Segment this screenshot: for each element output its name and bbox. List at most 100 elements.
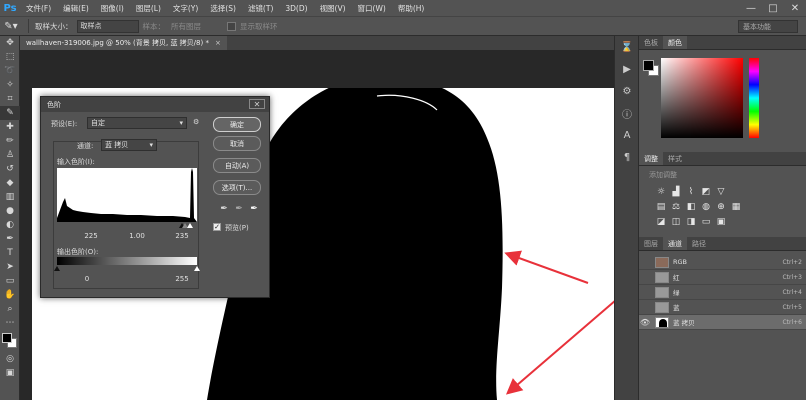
minimize-button[interactable]: — (740, 0, 762, 16)
menu-edit[interactable]: 编辑(E) (57, 3, 95, 14)
sample-layers-select[interactable]: 所有图层 (171, 21, 201, 32)
options-button[interactable]: 选项(T)... (213, 180, 261, 195)
close-icon[interactable]: ✕ (249, 99, 265, 109)
path-select-tool-icon[interactable]: ➤ (0, 260, 20, 274)
selective-color-icon[interactable]: ▣ (715, 216, 727, 227)
visibility-eye-icon[interactable]: 👁 (639, 318, 651, 327)
hue-slider[interactable] (749, 58, 759, 138)
white-eyedropper-icon[interactable]: ✒ (249, 203, 259, 215)
menu-help[interactable]: 帮助(H) (392, 3, 431, 14)
tab-swatches[interactable]: 色板 (639, 36, 663, 49)
input-gamma-value[interactable]: 1.00 (127, 231, 147, 241)
shape-tool-icon[interactable]: ▭ (0, 274, 20, 288)
close-window-button[interactable]: ✕ (784, 0, 806, 16)
cancel-button[interactable]: 取消 (213, 136, 261, 151)
quick-mask-icon[interactable]: ◎ (0, 352, 20, 366)
move-tool-icon[interactable]: ✥ (0, 36, 20, 50)
foreground-swatch[interactable] (643, 60, 654, 71)
channel-row-rgb[interactable]: ● RGB Ctrl+2 (639, 255, 806, 270)
color-lookup-icon[interactable]: ▦ (730, 201, 742, 212)
tab-adjustments[interactable]: 调整 (639, 152, 663, 165)
character-panel-icon[interactable]: A (615, 124, 639, 146)
input-white-value[interactable]: 235 (172, 231, 192, 241)
eraser-tool-icon[interactable]: ◆ (0, 176, 20, 190)
zoom-tool-icon[interactable]: ⌕ (0, 302, 20, 316)
hue-saturation-icon[interactable]: ▤ (655, 201, 667, 212)
clone-stamp-icon[interactable]: ♙ (0, 148, 20, 162)
visibility-eye-icon[interactable]: ● (639, 273, 651, 282)
quick-select-tool-icon[interactable]: ✧ (0, 78, 20, 92)
input-black-value[interactable]: 225 (81, 231, 101, 241)
black-white-icon[interactable]: ◧ (685, 201, 697, 212)
tab-paths[interactable]: 路径 (687, 237, 711, 250)
blur-tool-icon[interactable]: ● (0, 204, 20, 218)
hand-tool-icon[interactable]: ✋ (0, 288, 20, 302)
input-levels-slider[interactable] (57, 223, 197, 229)
ok-button[interactable]: 确定 (213, 117, 261, 132)
gray-eyedropper-icon[interactable]: ✒ (234, 203, 244, 215)
gradient-tool-icon[interactable]: ▥ (0, 190, 20, 204)
screen-mode-icon[interactable]: ▣ (0, 366, 20, 380)
tab-styles[interactable]: 样式 (663, 152, 687, 165)
history-panel-icon[interactable]: ⌛ (615, 36, 639, 58)
eyedropper-tool-icon[interactable]: ✎ (0, 106, 20, 120)
output-black-value[interactable]: 0 (77, 274, 97, 284)
output-white-handle[interactable] (194, 266, 200, 271)
visibility-eye-icon[interactable]: ● (639, 288, 651, 297)
channel-row-blue-copy[interactable]: 👁 蓝 拷贝 Ctrl+6 (639, 315, 806, 330)
gradient-map-icon[interactable]: ▭ (700, 216, 712, 227)
photo-filter-icon[interactable]: ◍ (700, 201, 712, 212)
brush-tool-icon[interactable]: ✏ (0, 134, 20, 148)
maximize-button[interactable]: □ (762, 0, 784, 16)
history-brush-icon[interactable]: ↺ (0, 162, 20, 176)
show-sampling-ring-checkbox[interactable] (227, 21, 236, 31)
crop-tool-icon[interactable]: ⌗ (0, 92, 20, 106)
menu-view[interactable]: 视图(V) (314, 3, 352, 14)
tab-layers[interactable]: 图层 (639, 237, 663, 250)
channel-row-red[interactable]: ● 红 Ctrl+3 (639, 270, 806, 285)
info-panel-icon[interactable]: ⓘ (615, 102, 639, 124)
document-tab[interactable]: wallhaven-319006.jpg @ 50% (背景 拷贝, 蓝 拷贝/… (20, 36, 227, 50)
sample-size-select[interactable]: 取样点 (76, 19, 139, 33)
channel-row-green[interactable]: ● 绿 Ctrl+4 (639, 285, 806, 300)
eyedropper-tool-preset-icon[interactable]: ✎▾ (0, 16, 22, 36)
color-field[interactable] (661, 58, 743, 138)
dodge-tool-icon[interactable]: ◐ (0, 218, 20, 232)
vibrance-icon[interactable]: ▽ (715, 186, 727, 197)
properties-panel-icon[interactable]: ⚙ (615, 80, 639, 102)
foreground-background-color-icon[interactable] (0, 330, 20, 352)
healing-brush-icon[interactable]: ✚ (0, 120, 20, 134)
tab-color[interactable]: 颜色 (663, 36, 687, 49)
posterize-icon[interactable]: ◫ (670, 216, 682, 227)
more-tools-icon[interactable]: ⋯ (0, 316, 20, 330)
invert-icon[interactable]: ◪ (655, 216, 667, 227)
input-white-point-handle[interactable] (187, 223, 193, 228)
tab-channels[interactable]: 通道 (663, 237, 687, 250)
output-white-value[interactable]: 255 (172, 274, 192, 284)
exposure-icon[interactable]: ◩ (700, 186, 712, 197)
preset-select[interactable]: 自定 ▾ (87, 117, 187, 129)
channel-row-blue[interactable]: ● 蓝 Ctrl+5 (639, 300, 806, 315)
close-tab-icon[interactable]: × (215, 39, 221, 47)
menu-filter[interactable]: 滤镜(T) (242, 3, 279, 14)
color-balance-icon[interactable]: ⚖ (670, 201, 682, 212)
menu-file[interactable]: 文件(F) (20, 3, 57, 14)
marquee-tool-icon[interactable]: ⬚ (0, 50, 20, 64)
paragraph-panel-icon[interactable]: ¶ (615, 146, 639, 168)
visibility-eye-icon[interactable]: ● (639, 258, 651, 267)
auto-button[interactable]: 自动(A) (213, 158, 261, 173)
black-eyedropper-icon[interactable]: ✒ (219, 203, 229, 215)
workspace-select[interactable]: 基本功能 (738, 20, 798, 33)
menu-window[interactable]: 窗口(W) (352, 3, 392, 14)
actions-panel-icon[interactable]: ▶ (615, 58, 639, 80)
menu-layer[interactable]: 图层(L) (130, 3, 167, 14)
channel-select[interactable]: 蓝 拷贝 ▾ (101, 139, 157, 151)
menu-image[interactable]: 图像(I) (95, 3, 130, 14)
lasso-tool-icon[interactable]: ➰ (0, 64, 20, 78)
menu-type[interactable]: 文字(Y) (167, 3, 204, 14)
levels-icon[interactable]: ▟ (670, 186, 682, 197)
visibility-eye-icon[interactable]: ● (639, 303, 651, 312)
pen-tool-icon[interactable]: ✒ (0, 232, 20, 246)
menu-3d[interactable]: 3D(D) (279, 4, 313, 13)
type-tool-icon[interactable]: T (0, 246, 20, 260)
